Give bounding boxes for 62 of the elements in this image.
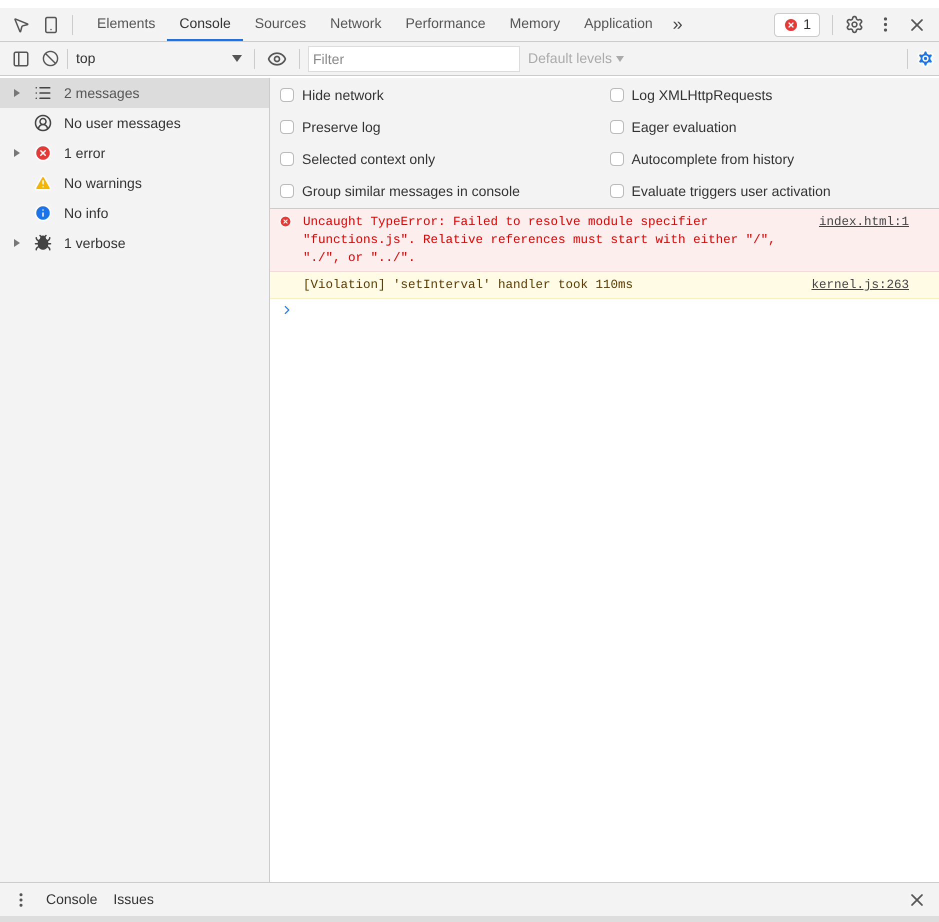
sidebar-label: 1 error — [64, 144, 106, 162]
context-dropdown[interactable]: top — [76, 48, 246, 69]
device-icon[interactable] — [42, 16, 60, 34]
checkbox[interactable] — [280, 184, 294, 198]
drawer-tab[interactable]: Console — [46, 889, 98, 910]
error-count-button[interactable]: 1 — [774, 12, 820, 36]
expand-arrow-icon[interactable] — [14, 149, 20, 157]
sidebar-toggle-icon[interactable] — [12, 50, 30, 68]
error-icon — [279, 215, 292, 228]
source-link[interactable]: index.html:1 — [802, 213, 909, 267]
checkbox-label: Hide network — [302, 86, 384, 104]
checkbox-label: Autocomplete from history — [632, 150, 794, 169]
checkbox[interactable] — [280, 152, 294, 166]
tab[interactable]: Performance — [393, 8, 498, 41]
sidebar-item[interactable]: 1 verbose — [0, 228, 269, 258]
source-link[interactable]: kernel.js:263 — [795, 276, 909, 294]
sidebar-item[interactable]: No info — [0, 198, 269, 228]
checkbox-label: Preserve log — [302, 118, 381, 137]
checkbox-label: Evaluate triggers user activation — [632, 182, 831, 201]
settings-icon[interactable] — [845, 15, 864, 34]
filter-field[interactable]: Filter — [308, 46, 520, 72]
error-icon — [783, 16, 800, 32]
expand-arrow-icon[interactable] — [14, 239, 20, 247]
sidebar-label: No info — [64, 204, 108, 222]
checkbox-label: Selected context only — [302, 150, 436, 169]
checkbox[interactable] — [610, 152, 624, 166]
sidebar-label: No warnings — [64, 174, 142, 193]
message-text: Uncaught TypeError: Failed to resolve module specifier "functions.js". Relative references must start with either "/", "./", or "../". — [302, 214, 777, 267]
bug-icon — [34, 234, 52, 252]
sidebar-label: 1 verbose — [64, 234, 126, 252]
checkbox[interactable] — [280, 88, 294, 102]
drawer-tab[interactable]: Issues — [113, 889, 154, 910]
tab[interactable]: Application — [572, 8, 665, 41]
checkbox-label: Log XMLHttpRequests — [632, 86, 772, 105]
checkbox-label: Eager evaluation — [632, 118, 737, 137]
list-icon — [34, 84, 52, 102]
sidebar-item[interactable]: No warnings — [0, 168, 269, 198]
tab[interactable]: Network — [318, 8, 394, 41]
tab[interactable]: Sources — [242, 8, 318, 41]
sidebar-label: No user messages — [64, 114, 181, 133]
sidebar-label: 2 messages — [64, 84, 140, 103]
sidebar-item[interactable]: 2 messages — [0, 78, 269, 108]
checkbox[interactable] — [610, 184, 624, 198]
clear-icon[interactable] — [42, 50, 59, 67]
checkbox[interactable] — [280, 120, 294, 134]
sidebar-item[interactable]: 1 error — [0, 138, 269, 168]
caret-icon — [232, 55, 242, 62]
inspect-icon[interactable] — [12, 16, 30, 34]
user-icon — [34, 114, 52, 132]
tab[interactable]: Elements — [85, 8, 168, 41]
warning-icon — [34, 174, 52, 192]
info-icon — [34, 204, 52, 222]
tab[interactable]: Memory — [498, 8, 572, 41]
error-icon — [34, 144, 52, 162]
caret-icon — [616, 56, 624, 62]
more-tabs-button[interactable]: » — [664, 11, 691, 38]
message-text: [Violation] 'setInterval' handler took 110ms — [302, 277, 634, 294]
sidebar-item[interactable]: No user messages — [0, 108, 269, 138]
checkbox[interactable] — [610, 88, 624, 102]
checkbox-label: Group similar messages in console — [302, 182, 520, 201]
checkbox[interactable] — [610, 120, 624, 134]
expand-arrow-icon[interactable] — [14, 89, 20, 97]
